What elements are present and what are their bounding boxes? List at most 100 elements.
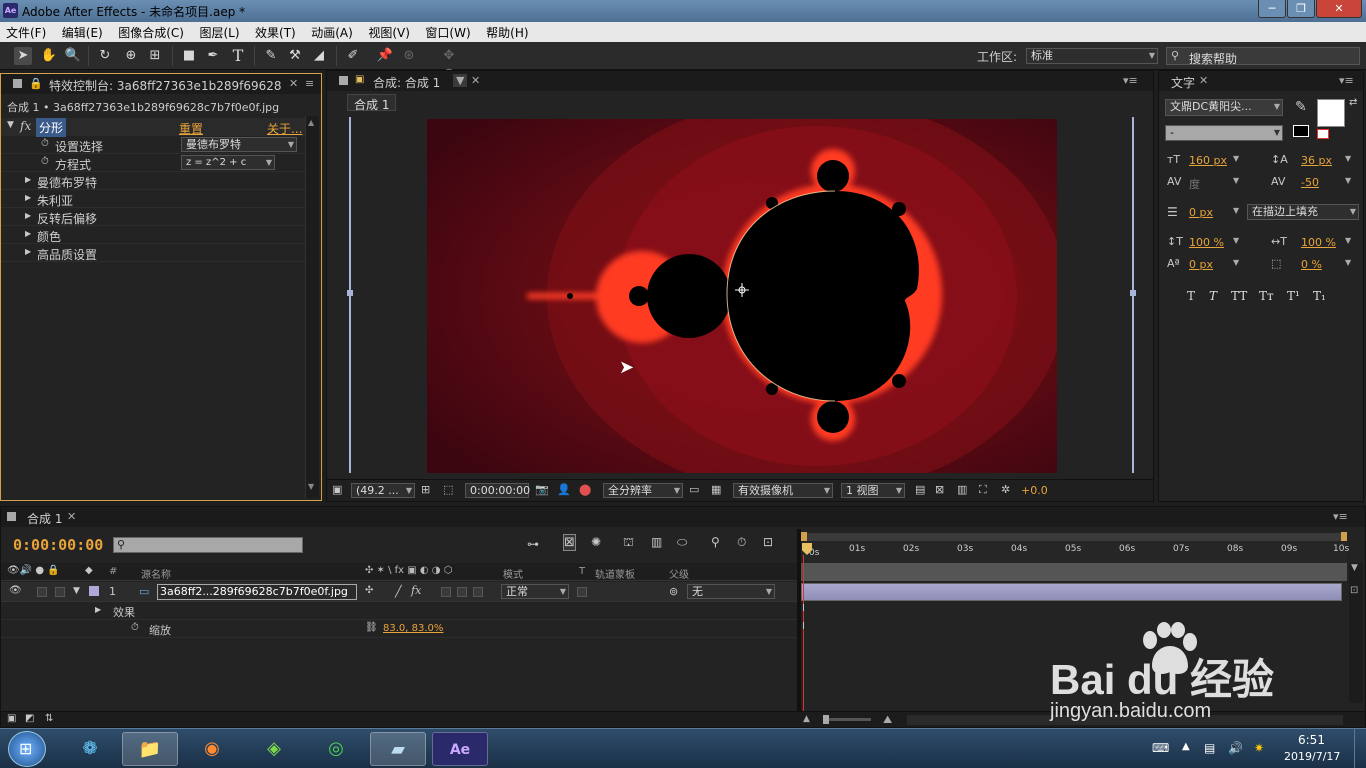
eyedropper-icon[interactable]: ✎: [1295, 99, 1307, 115]
shy-layers-icon[interactable]: ✺: [591, 535, 601, 549]
blend-mode-dropdown[interactable]: 正常 ▼: [501, 584, 569, 599]
panel-close-icon[interactable]: ✕: [1199, 74, 1208, 87]
fx-icon[interactable]: fx: [411, 584, 421, 597]
layer-duration-bar[interactable]: [801, 583, 1342, 601]
switch-box[interactable]: [457, 587, 467, 597]
lock-icon[interactable]: 🔒: [29, 77, 43, 90]
render-icon[interactable]: ⊡: [763, 535, 773, 549]
zoom-tool-icon[interactable]: 🔍: [64, 47, 82, 65]
volume-icon[interactable]: 🔊: [1228, 741, 1243, 755]
keyframe-marker-icon[interactable]: I: [802, 621, 805, 632]
toggle-pixel-aspect-icon[interactable]: ▤: [915, 483, 925, 496]
stopwatch-icon[interactable]: ⏱: [737, 535, 746, 550]
menu-help[interactable]: 帮助(H): [480, 22, 534, 41]
panel-menu-icon[interactable]: ▾≡: [1123, 74, 1138, 87]
set-choice-dropdown[interactable]: 曼德布罗特 ▼: [181, 137, 297, 152]
stopwatch-icon[interactable]: ⏱: [41, 138, 49, 149]
brush-tool-icon[interactable]: ✎: [262, 47, 280, 65]
chevron-down-icon[interactable]: ▼: [453, 74, 468, 87]
graph-editor-icon[interactable]: ⚲: [711, 535, 720, 549]
taskbar-date[interactable]: 2019/7/17: [1284, 750, 1340, 763]
keyframe-marker-icon[interactable]: I: [802, 603, 805, 614]
menu-file[interactable]: 文件(F): [0, 22, 52, 41]
draft-3d-icon[interactable]: ⊠: [563, 534, 576, 551]
workspace-dropdown[interactable]: 标准 ▼: [1026, 48, 1158, 64]
toggle-transfer-icon[interactable]: ◩: [25, 713, 34, 724]
group-row-post-invert-offset[interactable]: ▶ 反转后偏移: [1, 208, 305, 226]
camera-tool-icon[interactable]: ⊕: [122, 47, 140, 65]
close-button[interactable]: ✕: [1316, 0, 1362, 18]
show-desktop-button[interactable]: [1354, 729, 1366, 768]
panel-menu-icon[interactable]: ≡: [305, 77, 314, 90]
chevron-down-icon[interactable]: ▼: [1345, 258, 1351, 267]
scale-value[interactable]: 83.0, 83.0%: [383, 623, 443, 634]
motion-blur-icon[interactable]: ▥: [651, 535, 662, 549]
stopwatch-icon[interactable]: ⏱: [131, 622, 139, 633]
timeline-current-time[interactable]: 0:00:00:00: [13, 536, 103, 554]
work-area-bar[interactable]: [801, 532, 1347, 542]
puppet-pin-tool-icon[interactable]: 📌: [376, 47, 394, 65]
region-of-interest-icon[interactable]: ▭: [689, 483, 699, 496]
font-family-dropdown[interactable]: 文鼎DC黄阳尖... ▼: [1165, 99, 1283, 116]
group-row-high-quality[interactable]: ▶ 高品质设置: [1, 244, 305, 262]
menu-animation[interactable]: 动画(A): [305, 22, 359, 41]
comp-button-icon[interactable]: ⊡: [1350, 585, 1358, 596]
keyboard-icon[interactable]: ⌨: [1152, 741, 1169, 755]
effect-panel-scrollbar[interactable]: ▲ ▼: [305, 116, 319, 498]
text-tool-icon[interactable]: T: [229, 47, 247, 65]
menu-layer[interactable]: 图层(L): [193, 22, 245, 41]
equation-dropdown[interactable]: z = z^2 + c ▼: [181, 155, 275, 170]
about-link[interactable]: 关于...: [267, 120, 302, 137]
rectangle-tool-icon[interactable]: ■: [180, 47, 198, 65]
current-time-field[interactable]: 0:00:00:00: [465, 483, 530, 498]
effects-group-row[interactable]: ▶ 效果: [1, 602, 797, 620]
fast-previews-icon[interactable]: ⊠: [935, 483, 944, 496]
safe-margins-icon[interactable]: ⊞: [421, 483, 430, 496]
scroll-up-icon[interactable]: ▲: [308, 118, 314, 127]
effect-row-fractal[interactable]: ▼ fx 分形 重置 关于...: [1, 118, 305, 137]
menu-view[interactable]: 视图(V): [362, 22, 416, 41]
faux-italic-button[interactable]: T: [1209, 289, 1217, 303]
taskbar-time[interactable]: 6:51: [1298, 733, 1325, 747]
panel-grip-icon[interactable]: [339, 76, 348, 85]
start-button[interactable]: ⊞: [8, 731, 46, 767]
always-preview-icon[interactable]: ▣: [332, 483, 342, 496]
network-icon[interactable]: ▤: [1204, 741, 1215, 755]
views-dropdown[interactable]: 1 视图 ▼: [841, 483, 905, 498]
expand-right-icon[interactable]: ▶: [95, 605, 101, 614]
time-ruler[interactable]: 0s 01s 02s 03s 04s 05s 06s 07s 08s 09s 1…: [801, 541, 1349, 563]
tray-expand-icon[interactable]: ▲: [1182, 741, 1190, 752]
column-header-source[interactable]: 源名称: [141, 566, 171, 581]
color-channels-icon[interactable]: ⬤: [579, 483, 591, 496]
panel-grip-icon[interactable]: [13, 79, 22, 88]
pan-behind-tool-icon[interactable]: ⊞: [146, 47, 164, 65]
quality-switch-icon[interactable]: ╱: [395, 585, 402, 598]
vertical-scale-value[interactable]: 100 %: [1189, 236, 1224, 249]
character-tab[interactable]: 文字: [1171, 74, 1195, 91]
reset-link[interactable]: 重置: [179, 120, 203, 137]
hand-tool-icon[interactable]: ✋: [40, 47, 58, 65]
superscript-button[interactable]: T¹: [1287, 289, 1300, 303]
stroke-mode-dropdown[interactable]: 在描边上填充 ▼: [1247, 204, 1359, 220]
zoom-slider[interactable]: [823, 715, 871, 724]
font-style-dropdown[interactable]: - ▼: [1165, 125, 1283, 141]
lock-icon[interactable]: ▣: [355, 74, 364, 85]
taskbar-app-browser[interactable]: ◎: [308, 732, 364, 766]
resolution-dropdown[interactable]: 全分辨率 ▼: [603, 483, 683, 498]
stroke-width-value[interactable]: 0 px: [1189, 206, 1213, 219]
chevron-down-icon[interactable]: ▼: [1233, 206, 1239, 215]
chevron-down-icon[interactable]: ▼: [1345, 154, 1351, 163]
expand-right-icon[interactable]: ▶: [25, 175, 31, 184]
expand-right-icon[interactable]: ▶: [25, 229, 31, 238]
chevron-down-icon[interactable]: ▼: [1345, 176, 1351, 185]
taskbar-app-notes[interactable]: ▰: [370, 732, 426, 766]
maximize-button[interactable]: ❐: [1287, 0, 1315, 18]
brainstorm-icon[interactable]: ⬭: [677, 535, 687, 550]
layer-name[interactable]: 3a68ff2...289f69628c7b7f0e0f.jpg: [157, 584, 357, 600]
panel-close-icon[interactable]: ✕: [67, 510, 76, 523]
effect-controls-tab[interactable]: 特效控制台: 3a68ff27363e1b289f69628c7b7f: [49, 77, 281, 94]
menu-edit[interactable]: 编辑(E): [56, 22, 109, 41]
roto-brush-tool-icon[interactable]: ✐: [344, 47, 362, 65]
shy-switch-icon[interactable]: ✣: [365, 585, 373, 596]
chevron-down-icon[interactable]: ▼: [1233, 176, 1239, 185]
